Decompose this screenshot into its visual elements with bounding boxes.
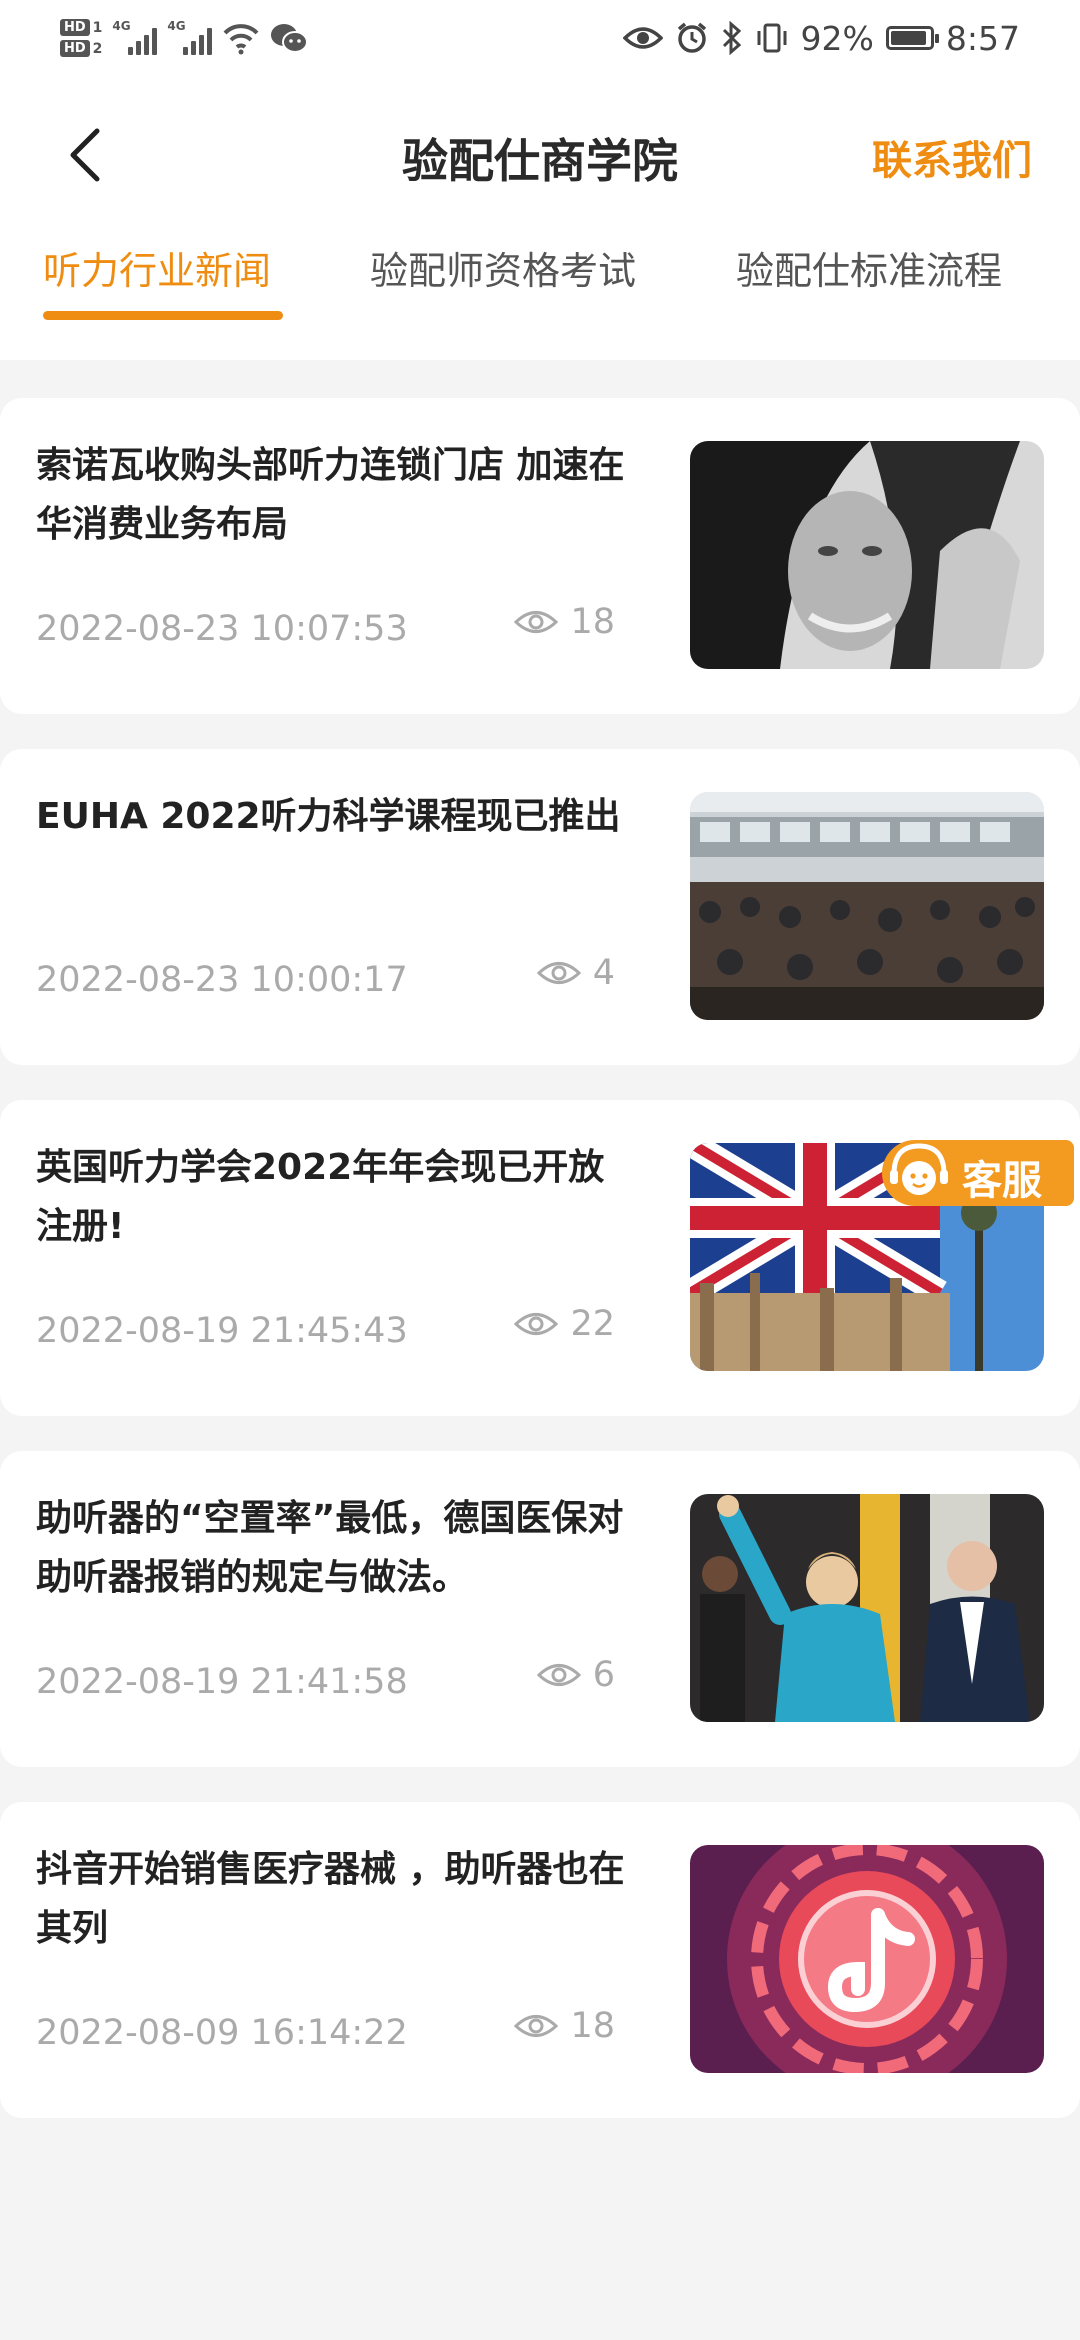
contact-us-link[interactable]: 联系我们 [872,128,1032,186]
signal-icon: 4G [167,19,213,55]
battery-icon [885,26,939,50]
wifi-icon [223,24,259,55]
article-thumbnail [690,441,1044,669]
customer-service-button[interactable]: 客服 [882,1140,1074,1206]
view-count: 18 [514,602,615,642]
view-count: 18 [514,2006,615,2046]
view-count: 6 [536,1655,615,1695]
article-thumbnail [690,792,1044,1020]
back-button[interactable] [55,120,115,190]
view-count: 22 [514,1304,615,1344]
eye-icon [514,1313,559,1335]
battery-percent: 92% [800,18,874,58]
article-date: 2022-08-19 21:45:43 [36,1311,408,1351]
article-title: 英国听力学会2022年年会现已开放注册! [36,1147,605,1247]
sim1-indicator: HD 1 [60,19,102,36]
eye-icon [536,1664,581,1686]
tab-industry-news[interactable]: 听力行业新闻 [43,240,271,295]
signal-icon: 4G [112,19,158,55]
active-tab-indicator [43,311,283,320]
article-date: 2022-08-19 21:41:58 [36,1662,408,1702]
article-title: 索诺瓦收购头部听力连锁门店 加速在华消费业务布局 [36,445,625,545]
wechat-icon [271,24,309,53]
article-date: 2022-08-09 16:14:22 [36,2013,408,2053]
article-card[interactable]: 索诺瓦收购头部听力连锁门店 加速在华消费业务布局 2022-08-23 10:0… [0,398,1080,714]
article-title: 抖音开始销售医疗器械 ，助听器也在其列 [36,1849,625,1949]
eye-icon [514,2015,559,2037]
sim2-indicator: HD 2 [60,40,102,57]
article-thumbnail [690,1845,1044,2073]
article-title: 助听器的“空置率”最低，德国医保对助听器报销的规定与做法。 [36,1498,624,1598]
vibrate-icon [757,23,787,53]
article-title: EUHA 2022听力科学课程现已推出 [36,796,621,837]
article-card[interactable]: 抖音开始销售医疗器械 ，助听器也在其列 2022-08-09 16:14:22 … [0,1802,1080,2118]
status-right: 92% 8:57 [622,8,1020,68]
alarm-icon [677,22,706,53]
article-card[interactable]: EUHA 2022听力科学课程现已推出 2022-08-23 10:00:17 … [0,749,1080,1065]
sim-indicators: HD 1 HD 2 [60,19,102,57]
eye-icon [536,962,581,984]
eye-comfort-icon [622,27,663,49]
clock: 8:57 [945,18,1020,58]
eye-icon [514,611,559,633]
customer-service-label: 客服 [962,1158,1042,1204]
bluetooth-icon [722,21,741,55]
article-date: 2022-08-23 10:00:17 [36,960,408,1000]
view-count: 4 [536,953,615,993]
chevron-left-icon [70,128,100,182]
article-thumbnail [690,1494,1044,1722]
status-bar: HD 1 HD 2 4G 4G 92% 8:57 [0,0,1080,75]
tab-qualification-exam[interactable]: 验配师资格考试 [370,240,636,295]
article-date: 2022-08-23 10:07:53 [36,609,408,649]
customer-service-icon [889,1143,949,1204]
article-card[interactable]: 助听器的“空置率”最低，德国医保对助听器报销的规定与做法。 2022-08-19… [0,1451,1080,1767]
status-left: HD 1 HD 2 4G 4G [60,8,309,68]
tab-standard-process[interactable]: 验配仕标准流程 [736,240,1002,295]
